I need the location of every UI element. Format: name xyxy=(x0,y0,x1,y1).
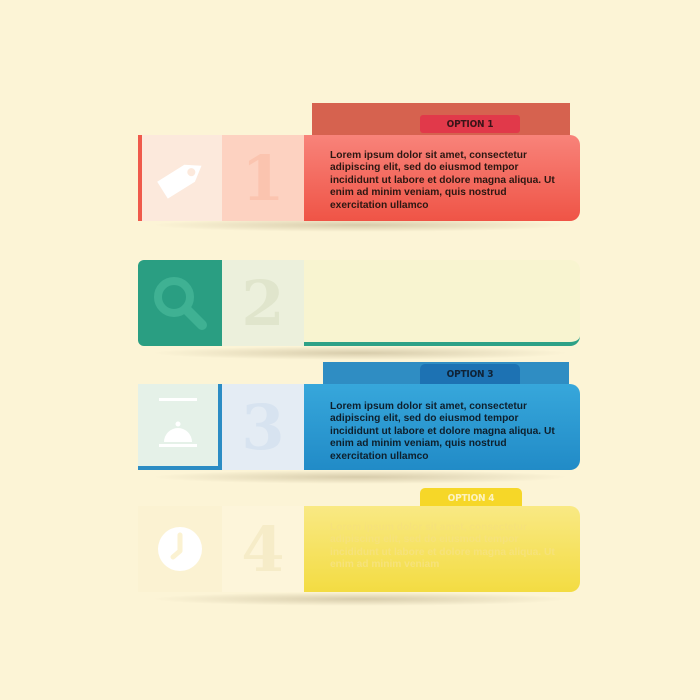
option-description: Lorem ipsum dolor sit amet, consectetur … xyxy=(330,401,555,462)
option-tab-3: OPTION 3 xyxy=(420,364,520,384)
option-number: 3 xyxy=(222,384,304,470)
option-number: 4 xyxy=(222,506,304,592)
option-tab-1: OPTION 1 xyxy=(420,115,520,133)
infographic-options: OPTION 1 1 Lorem ipsum dolor sit amet, c… xyxy=(0,0,700,700)
option-panel: Lorem ipsum dolor sit amet, consectetur … xyxy=(304,384,580,470)
option-tab-4: OPTION 4 xyxy=(420,488,522,508)
row-shadow xyxy=(150,346,570,360)
option-panel xyxy=(304,260,580,346)
option-icon-box xyxy=(138,506,222,592)
search-icon xyxy=(154,277,207,330)
option-description: Lorem ipsum dolor sit amet, consectetur … xyxy=(330,522,555,571)
tag-icon xyxy=(157,164,202,199)
clock-icon xyxy=(158,527,202,571)
option-icon-box xyxy=(138,135,222,221)
option-icon-box xyxy=(138,260,222,346)
option-panel: Lorem ipsum dolor sit amet, consectetur … xyxy=(304,506,580,592)
service-bell-icon xyxy=(159,398,197,447)
row-shadow xyxy=(150,470,570,484)
option-panel: Lorem ipsum dolor sit amet, consectetur … xyxy=(304,135,580,221)
option-number: 2 xyxy=(222,260,304,346)
option-icon-box xyxy=(138,384,222,470)
option-description: Lorem ipsum dolor sit amet, consectetur … xyxy=(330,150,555,211)
row-shadow xyxy=(150,592,570,606)
option-number: 1 xyxy=(222,135,304,221)
